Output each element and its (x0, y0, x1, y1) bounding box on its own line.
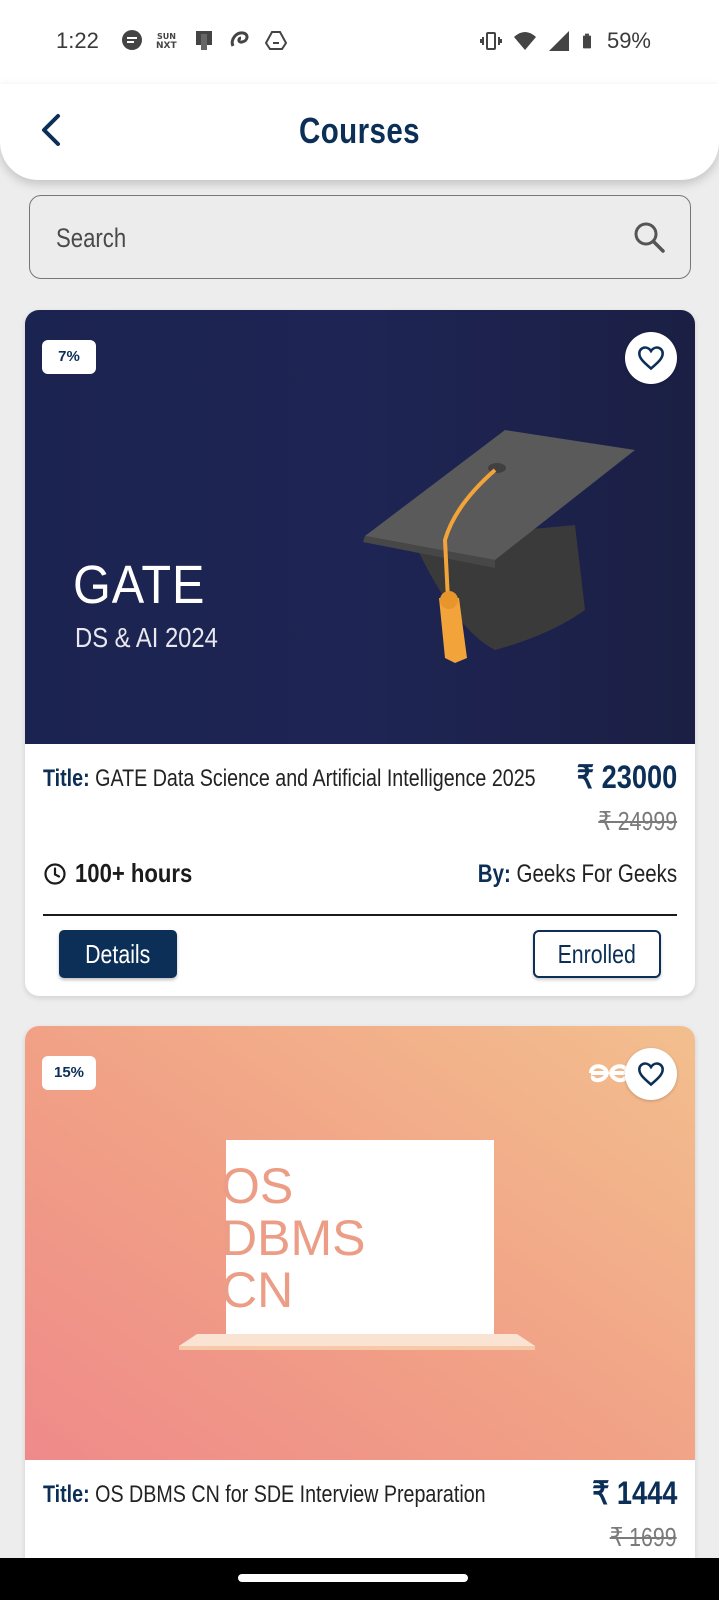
clock-icon (44, 862, 66, 885)
sunnxt-icon: SUNNXT (156, 32, 177, 51)
status-bar: 1:22 SUN NXT 59% (0, 0, 719, 84)
notification-icons: SUN NXT (120, 28, 288, 52)
svg-text:NXT: NXT (156, 41, 177, 51)
search-bar (29, 195, 691, 279)
banner-headline: GATE (73, 555, 206, 615)
vibrate-icon (479, 32, 502, 50)
author-name: Geeks For Geeks (516, 860, 677, 888)
page-title: Courses (298, 110, 421, 151)
discount-badge: 15% (42, 1056, 96, 1090)
enrolled-button[interactable]: Enrolled (533, 930, 661, 978)
laptop-base (179, 1334, 535, 1350)
course-title: Title: OS DBMS CN for SDE Interview Prep… (43, 1480, 486, 1510)
graduation-cap-icon (363, 430, 635, 663)
course-price: ₹ 23000 (576, 759, 677, 795)
course-price: ₹ 1444 (591, 1475, 677, 1511)
banner-line-os: OS (221, 1158, 294, 1214)
svg-text:SUN: SUN (157, 32, 176, 41)
wifi-icon (513, 32, 536, 50)
title-text: GATE Data Science and Artificial Intelli… (95, 765, 536, 792)
hours-text: 100+ hours (75, 858, 193, 888)
discount-badge: 7% (42, 340, 96, 374)
banner-topics: OS DBMS CN (221, 1160, 365, 1316)
search-icon[interactable] (632, 220, 666, 254)
back-arrow-icon[interactable] (34, 110, 66, 150)
original-price: ₹ 24999 (598, 806, 677, 836)
heart-icon (638, 346, 664, 371)
title-label: Title: (43, 1481, 90, 1508)
airtel-icon (230, 31, 249, 47)
divider (43, 914, 677, 916)
course-banner: 15% OS DBMS CN (25, 1026, 695, 1460)
chat-notification-icon (122, 30, 142, 50)
banner-line-dbms: DBMS (221, 1210, 366, 1266)
course-banner: 7% GATE DS & AI 2024 (25, 310, 695, 744)
course-duration: 100+ hours (43, 858, 213, 889)
system-icons: 59% (479, 28, 651, 54)
course-title: Title: GATE Data Science and Artificial … (43, 764, 536, 794)
course-card[interactable]: 15% OS DBMS CN Title: OS DBMS CN for SDE… (25, 1026, 695, 1586)
title-label: Title: (43, 765, 90, 792)
home-gesture-handle[interactable] (238, 1574, 468, 1582)
battery-icon (582, 33, 591, 49)
favorite-button[interactable] (625, 1048, 677, 1100)
drive-icon (264, 31, 288, 50)
heart-icon (638, 1062, 664, 1087)
banner-subline: DS & AI 2024 (75, 622, 218, 653)
favorite-button[interactable] (625, 332, 677, 384)
course-author: By: Geeks For Geeks (478, 860, 677, 889)
course-card[interactable]: 7% GATE DS & AI 2024 Title: GATE Data Sc… (25, 310, 695, 996)
battery-percent: 59% (606, 28, 651, 53)
status-time: 1:22 (56, 28, 99, 53)
system-nav-bar (0, 1558, 719, 1600)
app-header: Courses (0, 84, 719, 180)
original-price: ₹ 1699 (610, 1522, 677, 1552)
by-label: By: (477, 860, 511, 888)
details-button[interactable]: Details (59, 930, 177, 978)
phone-app-icon (196, 31, 212, 50)
banner-line-cn: CN (221, 1262, 294, 1318)
signal-icon (548, 31, 569, 51)
search-input[interactable] (56, 218, 516, 258)
title-text: OS DBMS CN for SDE Interview Preparation (95, 1481, 486, 1508)
